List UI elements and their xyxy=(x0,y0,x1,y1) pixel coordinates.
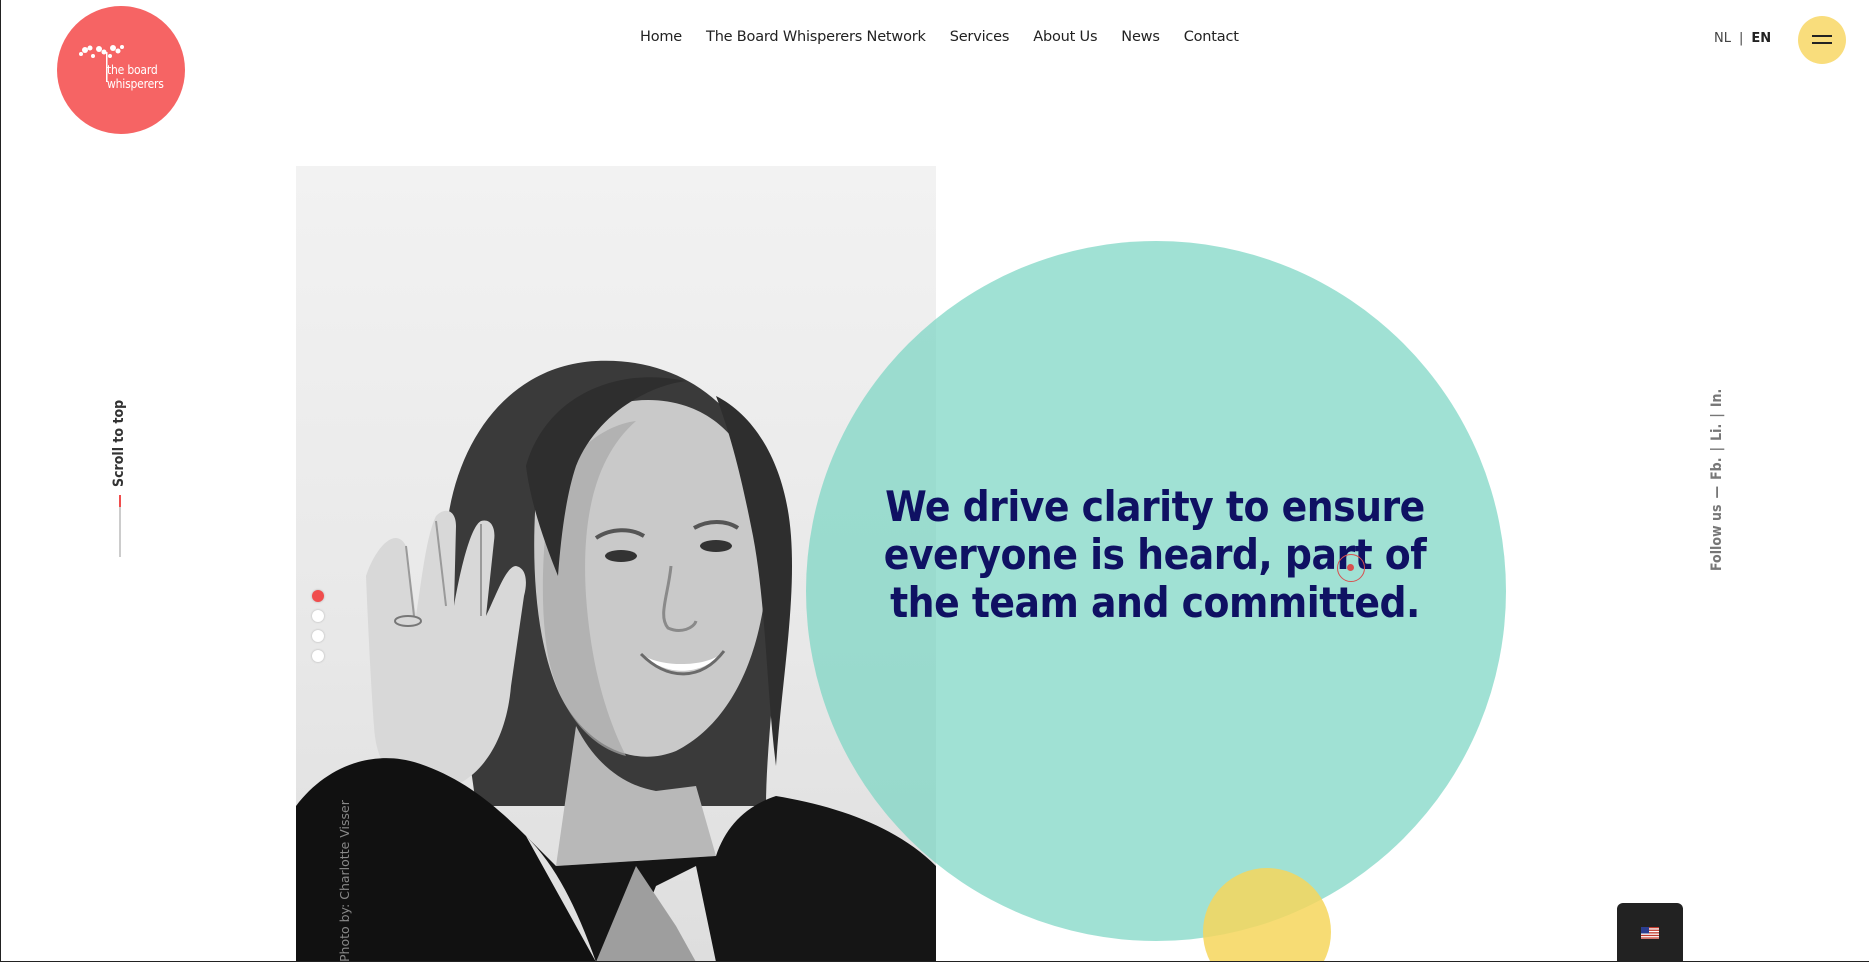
hamburger-icon xyxy=(1812,35,1832,37)
follow-label: Follow us xyxy=(1709,504,1725,571)
facebook-link[interactable]: Fb. xyxy=(1709,458,1725,480)
nav-home[interactable]: Home xyxy=(640,29,682,45)
logo-text: the board whisperers xyxy=(107,63,164,91)
follow-dash: — xyxy=(1709,485,1725,499)
hamburger-icon-line xyxy=(1812,42,1832,44)
us-flag-icon xyxy=(1641,927,1659,939)
slider-dot-4[interactable] xyxy=(312,650,324,662)
nav-network[interactable]: The Board Whisperers Network xyxy=(706,29,926,45)
slider-dot-1[interactable] xyxy=(312,590,324,602)
lang-separator: | xyxy=(1738,31,1744,46)
instagram-link[interactable]: In. xyxy=(1709,389,1725,407)
scroll-to-top-link[interactable]: Scroll to top xyxy=(111,400,127,487)
logo[interactable]: the board whisperers xyxy=(57,6,185,134)
nav-services[interactable]: Services xyxy=(950,29,1010,45)
lang-en[interactable]: EN xyxy=(1751,31,1771,46)
hamburger-menu-button[interactable] xyxy=(1798,16,1846,64)
nav-about-us[interactable]: About Us xyxy=(1033,29,1097,45)
nav-contact[interactable]: Contact xyxy=(1184,29,1239,45)
slider-dot-2[interactable] xyxy=(312,610,324,622)
lang-nl[interactable]: NL xyxy=(1714,31,1731,46)
slider-dots xyxy=(312,590,324,662)
follow-us: Follow us — Fb. | Li. | In. xyxy=(1709,389,1725,571)
scroll-indicator xyxy=(119,495,121,557)
photo-credit: Photo by: Charlotte Visser xyxy=(337,800,352,962)
language-switch: NL | EN xyxy=(1714,31,1771,46)
follow-separator: | xyxy=(1709,446,1725,452)
linkedin-link[interactable]: Li. xyxy=(1709,424,1725,441)
language-widget[interactable] xyxy=(1617,903,1683,962)
follow-separator: | xyxy=(1709,413,1725,418)
cursor-dot-icon xyxy=(1347,564,1354,571)
nav-news[interactable]: News xyxy=(1121,29,1160,45)
main-nav: Home The Board Whisperers Network Servic… xyxy=(640,29,1239,45)
slider-dot-3[interactable] xyxy=(312,630,324,642)
